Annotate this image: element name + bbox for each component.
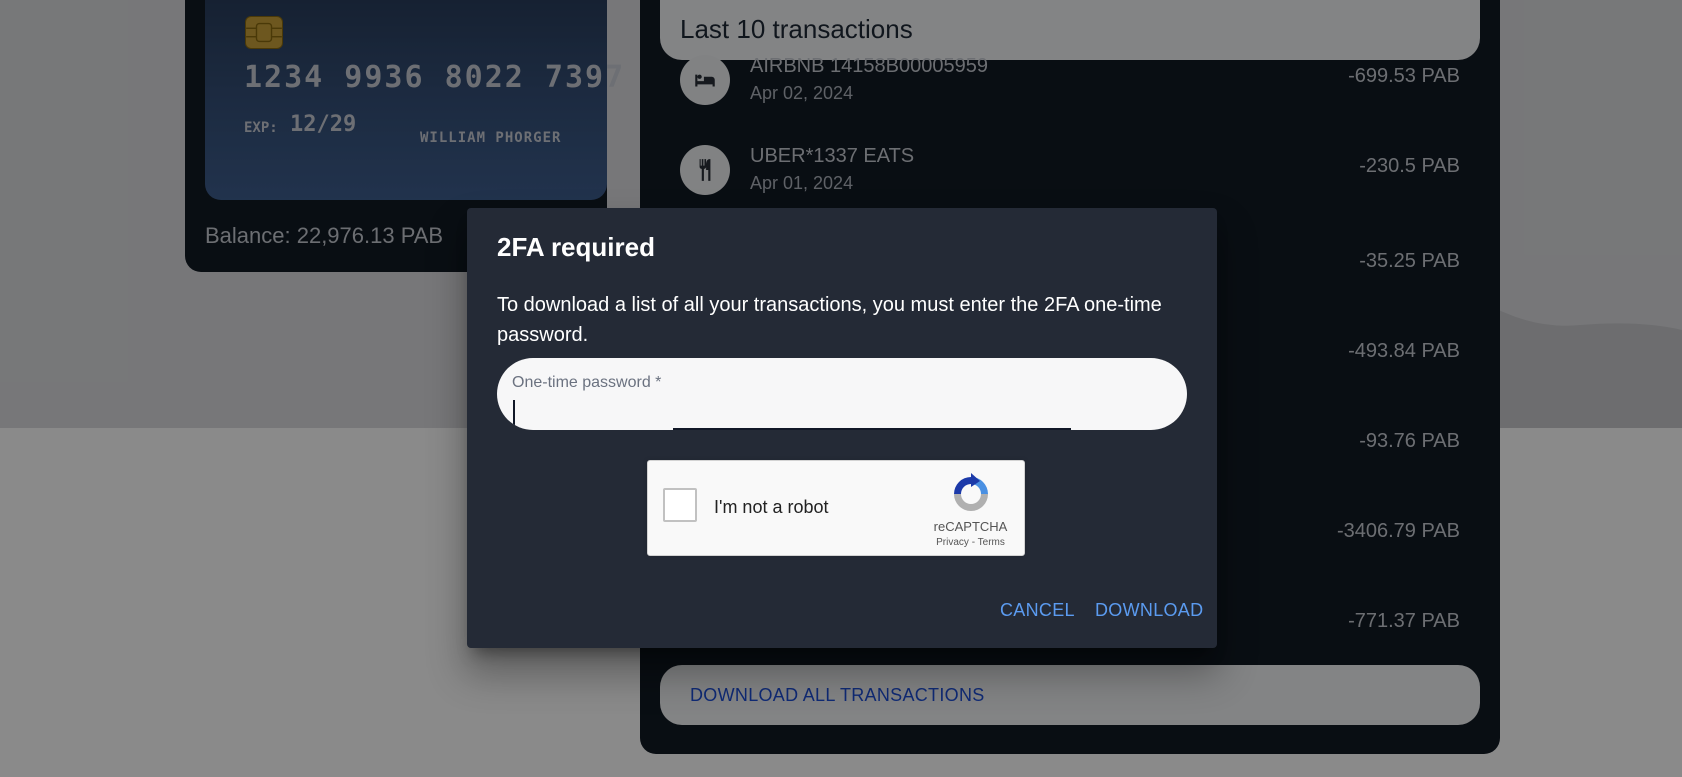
otp-field[interactable]: One-time password * bbox=[497, 358, 1187, 430]
twofa-dialog: 2FA required To download a list of all y… bbox=[467, 208, 1217, 648]
recaptcha-widget: I'm not a robot reCAPTCHA Privacy - Term… bbox=[647, 460, 1025, 556]
recaptcha-privacy-link[interactable]: Privacy bbox=[936, 537, 969, 548]
recaptcha-terms-link[interactable]: Terms bbox=[978, 537, 1005, 548]
text-caret bbox=[513, 400, 515, 426]
dialog-message: To download a list of all your transacti… bbox=[497, 294, 1162, 346]
cancel-button[interactable]: CANCEL bbox=[1000, 600, 1075, 621]
otp-focus-underline bbox=[673, 428, 1071, 430]
otp-label: One-time password * bbox=[512, 374, 662, 391]
dialog-title: 2FA required bbox=[497, 232, 655, 262]
otp-input[interactable] bbox=[512, 396, 1172, 424]
recaptcha-logo-icon bbox=[954, 473, 988, 511]
recaptcha-label: I'm not a robot bbox=[714, 497, 829, 517]
recaptcha-brand: reCAPTCHA bbox=[933, 519, 1008, 534]
recaptcha-links: Privacy - Terms bbox=[918, 537, 1023, 548]
recaptcha-link-separator: - bbox=[968, 537, 978, 548]
download-button[interactable]: DOWNLOAD bbox=[1095, 600, 1203, 621]
recaptcha-checkbox[interactable] bbox=[663, 488, 697, 522]
